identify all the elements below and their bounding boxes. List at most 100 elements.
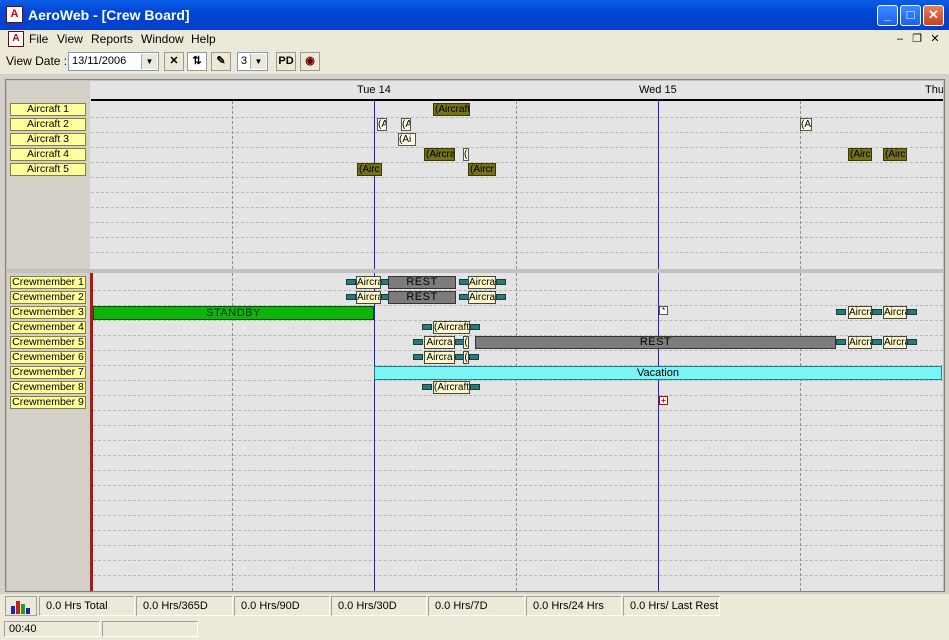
aircraft-flight-block[interactable]: (Airc [357,163,382,176]
camera-button[interactable]: ◉ [300,52,320,71]
clear-icon: ✕ [169,55,179,67]
menu-help[interactable]: Help [191,32,216,46]
refresh-button[interactable]: ⇅ [187,52,207,71]
aircraft-row-label[interactable]: Aircraft 2 [10,118,86,131]
grid-line [93,515,943,516]
day-label-tue: Tue 14 [357,84,391,96]
document-icon[interactable]: A [8,31,24,47]
menu-bar: A File View Reports Window Help – ❐ ✕ [0,30,949,49]
close-button[interactable]: ✕ [923,5,944,26]
hours-30d: 0.0 Hrs/30D [331,596,427,616]
rest-block[interactable]: REST [388,276,456,289]
grid-line [93,395,943,396]
aircraft-row-label[interactable]: Aircraft 1 [10,103,86,116]
aircraft-flight-block[interactable]: (Airc [848,148,872,161]
aircraft-flight-block[interactable]: ( [463,148,469,161]
crew-flight-block[interactable]: (Aircraft [433,321,470,334]
grid-line [91,132,943,133]
aircraft-flight-block[interactable]: (Ai [398,133,416,146]
grid-line [91,207,943,208]
clear-button[interactable]: ✕ [164,52,184,71]
aircraft-row-label[interactable]: Aircraft 5 [10,163,86,176]
crew-flight-block[interactable]: Aircra [356,276,381,289]
crew-row-label[interactable]: Crewmember 8 [10,381,86,394]
crew-flight-block[interactable]: (Aircraft [433,381,470,394]
crew-flight-block[interactable]: Aircra [848,336,872,349]
crew-flight-block[interactable]: Aircra [468,291,496,304]
grid-line [800,273,801,591]
aircraft-flight-block[interactable]: (A [800,118,812,131]
grid-line [91,237,943,238]
days-combo[interactable]: 3 ▼ [237,52,268,71]
mdi-minimize-button[interactable]: – [892,32,908,46]
crew-flight-block[interactable]: Aircra [356,291,381,304]
crew-row-label[interactable]: Crewmember 6 [10,351,86,364]
crew-row-label[interactable]: Crewmember 1 [10,276,86,289]
aircraft-flight-block[interactable]: (Aircr [468,163,496,176]
crew-flight-block[interactable]: Aircra [468,276,496,289]
duty-connector [836,339,846,345]
asterisk-marker-icon[interactable]: * [659,306,668,315]
duty-connector [346,294,356,300]
crew-flight-block[interactable]: ( [463,336,469,349]
crew-flight-block[interactable]: Aircra [424,351,455,364]
grid-line [93,500,943,501]
toolbar: View Date : 13/11/2006 ▼ ✕ ⇅ ✎ 3 ▼ PD ◉ [0,49,949,74]
grid-line [93,290,943,291]
mdi-restore-button[interactable]: ❐ [909,32,925,46]
plus-marker-icon[interactable]: + [659,396,668,405]
wand-button[interactable]: ✎ [211,52,231,71]
crew-row-label[interactable]: Crewmember 2 [10,291,86,304]
vacation-block[interactable]: Vacation [374,366,942,380]
duty-connector [469,354,479,360]
grid-line [91,192,943,193]
menu-file[interactable]: File [29,32,48,46]
crew-flight-block[interactable]: Aircra [883,306,907,319]
chevron-down-icon[interactable]: ▼ [250,54,266,69]
crew-row-label[interactable]: Crewmember 4 [10,321,86,334]
maximize-button[interactable]: □ [900,5,921,26]
crew-flight-block[interactable]: Aircra [883,336,907,349]
crew-flight-block[interactable]: Aircra [848,306,872,319]
day-label-thu: Thu [925,84,943,96]
crew-row-label[interactable]: Crewmember 3 [10,306,86,319]
chevron-down-icon[interactable]: ▼ [141,54,157,69]
aircraft-row-label[interactable]: Aircraft 3 [10,133,86,146]
duty-connector [346,279,356,285]
pd-button[interactable]: PD [276,52,296,71]
aircraft-flight-block[interactable]: (Airc [883,148,907,161]
refresh-icon: ⇅ [192,55,202,67]
pd-icon: PD [278,55,294,67]
rest-block[interactable]: REST [388,291,456,304]
grid-line [93,320,943,321]
grid-line [516,101,517,269]
aircraft-flight-block[interactable]: (Aircraft [433,103,470,116]
duty-connector [496,294,506,300]
aeroweb-app-icon[interactable]: A [6,6,23,23]
crew-row-label[interactable]: Crewmember 7 [10,366,86,379]
mdi-close-button[interactable]: ✕ [927,32,943,46]
bar-chart-icon[interactable] [5,596,37,616]
minimize-button[interactable]: _ [877,5,898,26]
crew-row-label[interactable]: Crewmember 5 [10,336,86,349]
grid-line [93,380,943,381]
title-bar[interactable]: A AeroWeb - [Crew Board] _ □ ✕ [0,0,949,30]
hours-365d: 0.0 Hrs/365D [136,596,233,616]
clock-time: 00:40 [4,621,100,637]
aircraft-flight-block[interactable]: (Aircra [424,148,455,161]
standby-block[interactable]: STANDBY [93,306,374,320]
menu-view[interactable]: View [57,32,83,46]
grid-line [516,273,517,591]
wand-icon: ✎ [216,55,226,67]
aircraft-row-label[interactable]: Aircraft 4 [10,148,86,161]
menu-window[interactable]: Window [141,32,184,46]
aircraft-flight-block[interactable]: (A [401,118,411,131]
grid-line [93,470,943,471]
aircraft-flight-block[interactable]: (A [377,118,387,131]
day-divider [658,273,659,591]
crew-flight-block[interactable]: Aircra [424,336,455,349]
view-date-combo[interactable]: 13/11/2006 ▼ [68,52,159,71]
crew-row-label[interactable]: Crewmember 9 [10,396,86,409]
rest-block[interactable]: REST [475,336,836,349]
menu-reports[interactable]: Reports [91,32,133,46]
